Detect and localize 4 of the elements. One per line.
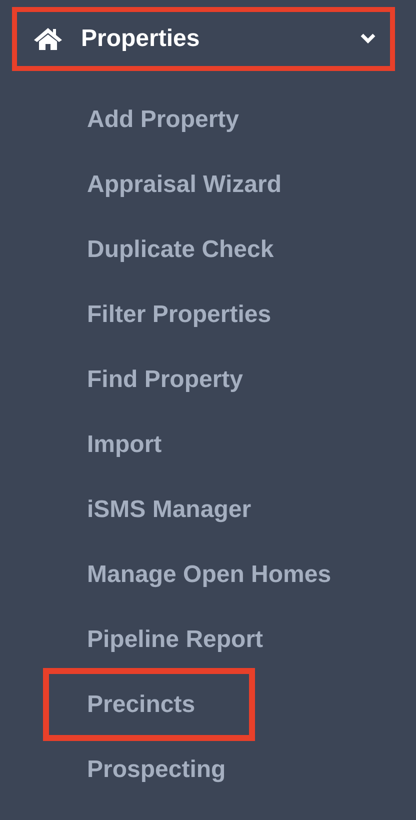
chevron-down-icon xyxy=(360,33,376,45)
menu-item[interactable]: Precincts xyxy=(43,668,255,741)
menu-header[interactable]: Properties xyxy=(12,7,395,71)
home-icon xyxy=(33,27,63,51)
